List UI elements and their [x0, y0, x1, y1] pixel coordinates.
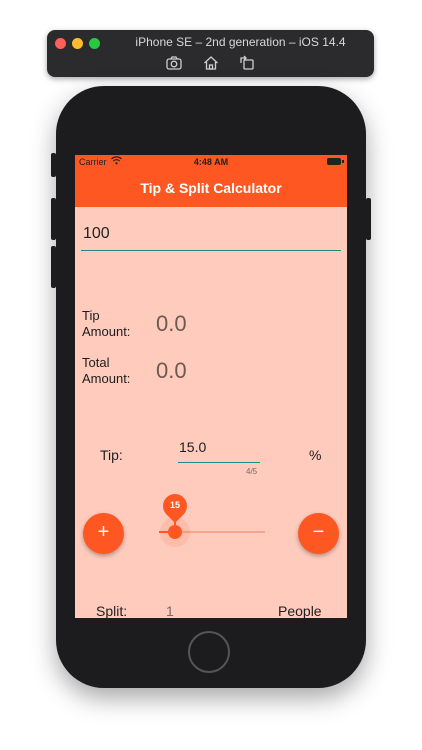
- minimize-window-button[interactable]: [72, 38, 83, 49]
- battery-icon: [327, 158, 344, 165]
- simulator-toolbar: iPhone SE – 2nd generation – iOS 14.4: [47, 30, 374, 77]
- close-window-button[interactable]: [55, 38, 66, 49]
- total-amount-value: 0.0: [156, 358, 187, 383]
- tip-percent-input[interactable]: 15.0: [178, 437, 260, 463]
- total-amount-label-line1: Total: [82, 355, 110, 370]
- status-bar: Carrier 4:48 AM: [75, 155, 347, 169]
- tip-slider-thumb[interactable]: [168, 525, 182, 539]
- mute-switch: [51, 153, 56, 177]
- simulator-icon-row: [47, 54, 374, 72]
- bill-amount-input[interactable]: 100: [81, 221, 341, 251]
- total-amount-label-line2: Amount:: [82, 371, 131, 386]
- percent-unit-label: %: [309, 447, 322, 463]
- app-bar-title: Tip & Split Calculator: [75, 169, 347, 207]
- app-screen: Carrier 4:48 AM Tip & Split Calculator 1…: [75, 155, 347, 618]
- volume-down-button: [51, 246, 56, 288]
- zoom-window-button[interactable]: [89, 38, 100, 49]
- increase-tip-button[interactable]: +: [83, 513, 124, 554]
- status-time: 4:48 AM: [193, 157, 229, 167]
- power-button: [366, 198, 371, 240]
- screenshot-icon[interactable]: [165, 54, 183, 72]
- home-icon[interactable]: [202, 54, 220, 72]
- split-count-value: 1: [166, 603, 174, 618]
- tip-amount-value: 0.0: [156, 311, 187, 336]
- simulator-title: iPhone SE – 2nd generation – iOS 14.4: [135, 35, 346, 49]
- tip-amount-label: Tip Amount:: [82, 308, 130, 340]
- total-amount-label: Total Amount:: [82, 355, 130, 387]
- decrease-tip-button[interactable]: −: [298, 513, 339, 554]
- home-button[interactable]: [188, 631, 230, 673]
- split-label: Split:: [96, 603, 128, 618]
- people-unit-label: People: [278, 603, 322, 618]
- rotate-icon[interactable]: [238, 54, 256, 72]
- tip-amount-label-line1: Tip: [82, 308, 100, 323]
- tip-character-counter: 4/5: [246, 467, 258, 476]
- tip-slider-value: 15: [169, 500, 180, 510]
- tip-amount-label-line2: Amount:: [82, 324, 131, 339]
- tip-percent-label: Tip:: [100, 447, 123, 463]
- volume-up-button: [51, 198, 56, 240]
